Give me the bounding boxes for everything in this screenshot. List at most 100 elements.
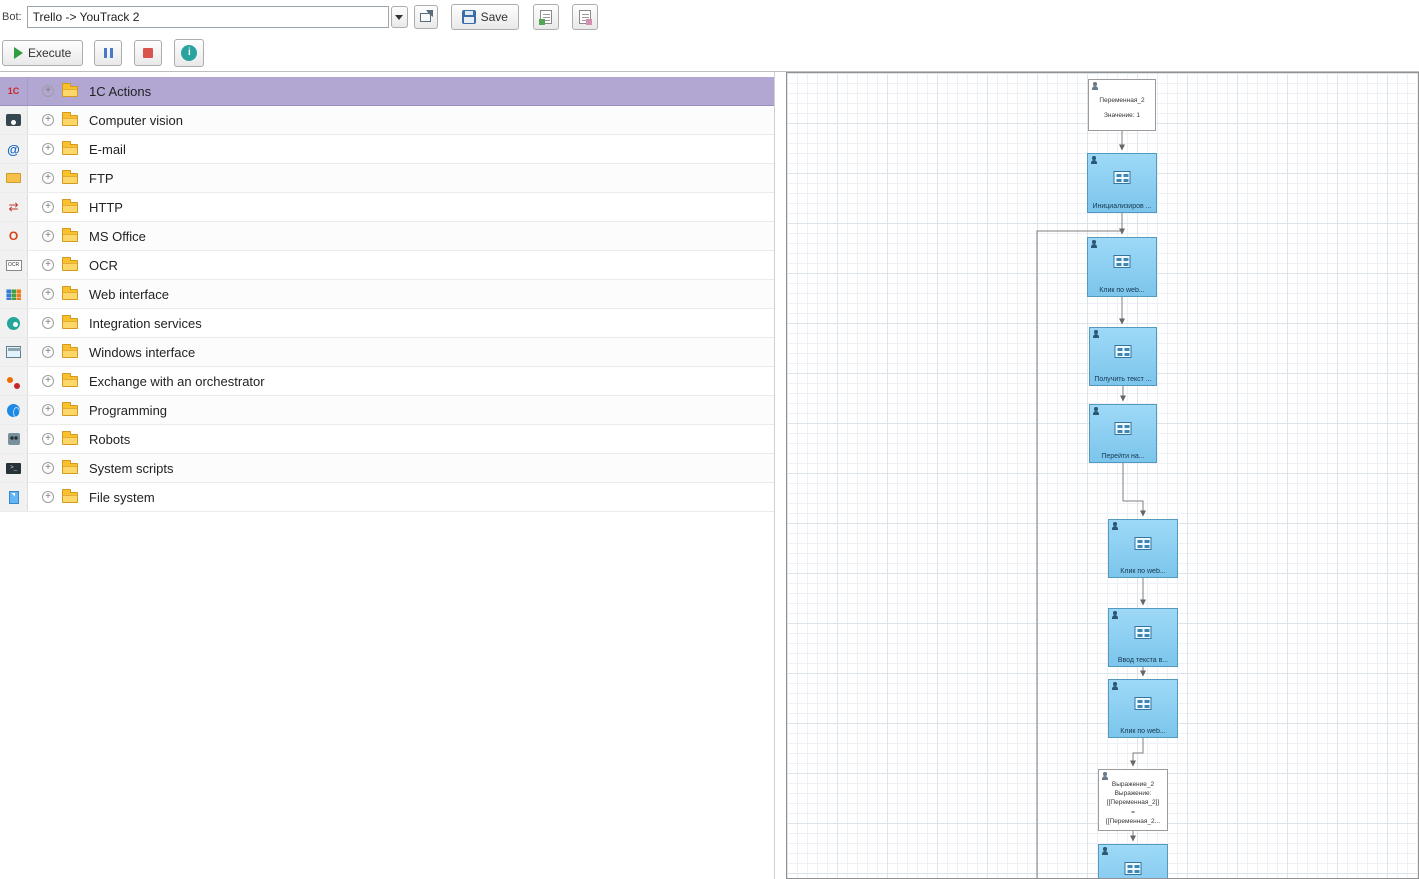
tree-row-ms-office[interactable]: MS Office [0,222,774,251]
chevron-down-icon [395,14,404,20]
expand-plus-icon[interactable] [42,288,54,300]
flow-canvas[interactable]: Переменная_2 Значение: 1 Инициализиров ...… [786,72,1419,879]
node-form-icon [1124,862,1142,875]
bot-select-input[interactable] [26,6,389,28]
panel-splitter[interactable] [775,72,786,879]
tree-row-robots[interactable]: Robots [0,425,774,454]
expand-plus-icon[interactable] [42,433,54,445]
duplicate-button[interactable] [571,4,598,30]
expand-plus-icon[interactable] [42,317,54,329]
node-badge-icon [1092,407,1099,415]
tree-row-label: HTTP [89,199,123,215]
expand-plus-icon[interactable] [42,114,54,126]
execute-button[interactable]: Execute [2,39,84,66]
folder-icon [62,285,78,300]
tree-row-integration-services[interactable]: Integration services [0,309,774,338]
tree-row-windows-interface[interactable]: Windows interface [0,338,774,367]
tree-row-label: OCR [89,257,118,273]
expand-plus-icon[interactable] [42,85,54,97]
copy-page-icon [578,10,592,25]
tree-row-computer-vision[interactable]: Computer vision [0,106,774,135]
tree-row-ftp[interactable]: FTP [0,164,774,193]
expand-plus-icon[interactable] [42,230,54,242]
folder-icon [62,169,78,184]
expand-plus-icon[interactable] [42,259,54,271]
flow-action-node[interactable]: Клик по web... [1087,237,1157,297]
tree-row-label: System scripts [89,460,174,476]
category-icon-cell [0,309,28,337]
category-icon-cell [0,135,28,163]
tree-row-system-scripts[interactable]: System scripts [0,454,774,483]
email-icon [6,141,22,157]
node-text-line: Выражение: [1114,790,1152,798]
open-bot-button[interactable] [413,5,438,29]
report-button[interactable] [532,4,559,30]
node-form-icon [1134,697,1152,710]
node-badge-icon [1090,240,1097,248]
msoffice-icon [6,228,22,244]
tree-row-e-mail[interactable]: E-mail [0,135,774,164]
node-text-line: = [1131,808,1135,816]
node-text-line: [[Переменная_2... [1105,817,1161,825]
tree-row-exchange-with-an-orchestrator[interactable]: Exchange with an orchestrator [0,367,774,396]
flow-action-node[interactable]: Клик по web... [1108,519,1178,578]
flow-action-node[interactable] [1098,844,1168,878]
open-window-icon [420,9,434,22]
expand-plus-icon[interactable] [42,404,54,416]
tree-row-programming[interactable]: Programming [0,396,774,425]
node-badge-icon [1092,330,1099,338]
node-text-line: [[Переменная_2]] [1106,799,1160,807]
tree-row-label: Computer vision [89,112,183,128]
node-badge-icon [1090,156,1097,164]
flow-action-node[interactable]: Клик по web... [1108,679,1178,738]
stop-button[interactable] [134,39,163,66]
category-icon-cell [0,396,28,424]
flow-action-node[interactable]: Инициализиров ... [1087,153,1157,213]
flow-action-node[interactable]: Перейти на... [1089,404,1157,463]
expand-plus-icon[interactable] [42,346,54,358]
flow-variable-node[interactable]: Переменная_2 Значение: 1 [1088,79,1156,131]
pause-button[interactable] [94,39,123,66]
tree-row-file-system[interactable]: File system [0,483,774,512]
bot-dropdown-button[interactable] [390,6,408,28]
node-text: Выражение_2 Выражение: [[Переменная_2]] =[[… [1101,779,1165,827]
tree-row-label: File system [89,489,155,505]
filesystem-icon [8,490,19,504]
node-label: Клик по web... [1099,287,1145,294]
flow-action-node[interactable]: Ввод текста в... [1108,608,1178,667]
tree-row-web-interface[interactable]: Web interface [0,280,774,309]
category-icon-cell [0,164,28,192]
info-button[interactable]: i [174,38,205,67]
folder-icon [62,256,78,271]
bot-toolbar: Bot: Save [0,0,1419,34]
category-icon-cell [0,106,28,134]
tree-row-ocr[interactable]: OCR [0,251,774,280]
flow-variable-node[interactable]: Выражение_2 Выражение: [[Переменная_2]] =[[… [1098,769,1168,831]
integration-icon [7,316,20,330]
1c-icon [6,83,22,99]
expand-plus-icon[interactable] [42,462,54,474]
tree-row-label: Exchange with an orchestrator [89,373,265,389]
node-form-icon [1113,255,1131,268]
category-icon-cell [0,338,28,366]
tree-row-label: FTP [89,170,114,186]
folder-icon [62,82,78,97]
stop-icon [143,47,154,58]
expand-plus-icon[interactable] [42,172,54,184]
expand-plus-icon[interactable] [42,143,54,155]
flow-edge [1122,463,1146,517]
expand-plus-icon[interactable] [42,491,54,503]
node-label: Инициализиров ... [1092,203,1152,210]
flow-action-node[interactable]: Получить текст ... [1089,327,1157,386]
tree-row-label: Windows interface [89,344,196,360]
tree-row-http[interactable]: HTTP [0,193,774,222]
save-button[interactable]: Save [450,4,519,30]
tree-row-1c-actions[interactable]: 1C Actions [0,77,774,106]
expand-plus-icon[interactable] [42,375,54,387]
folder-icon [62,343,78,358]
node-form-icon [1134,537,1152,550]
category-icon-cell [0,483,28,511]
category-icon-cell [0,454,28,482]
expand-plus-icon[interactable] [42,201,54,213]
folder-icon [62,140,78,155]
